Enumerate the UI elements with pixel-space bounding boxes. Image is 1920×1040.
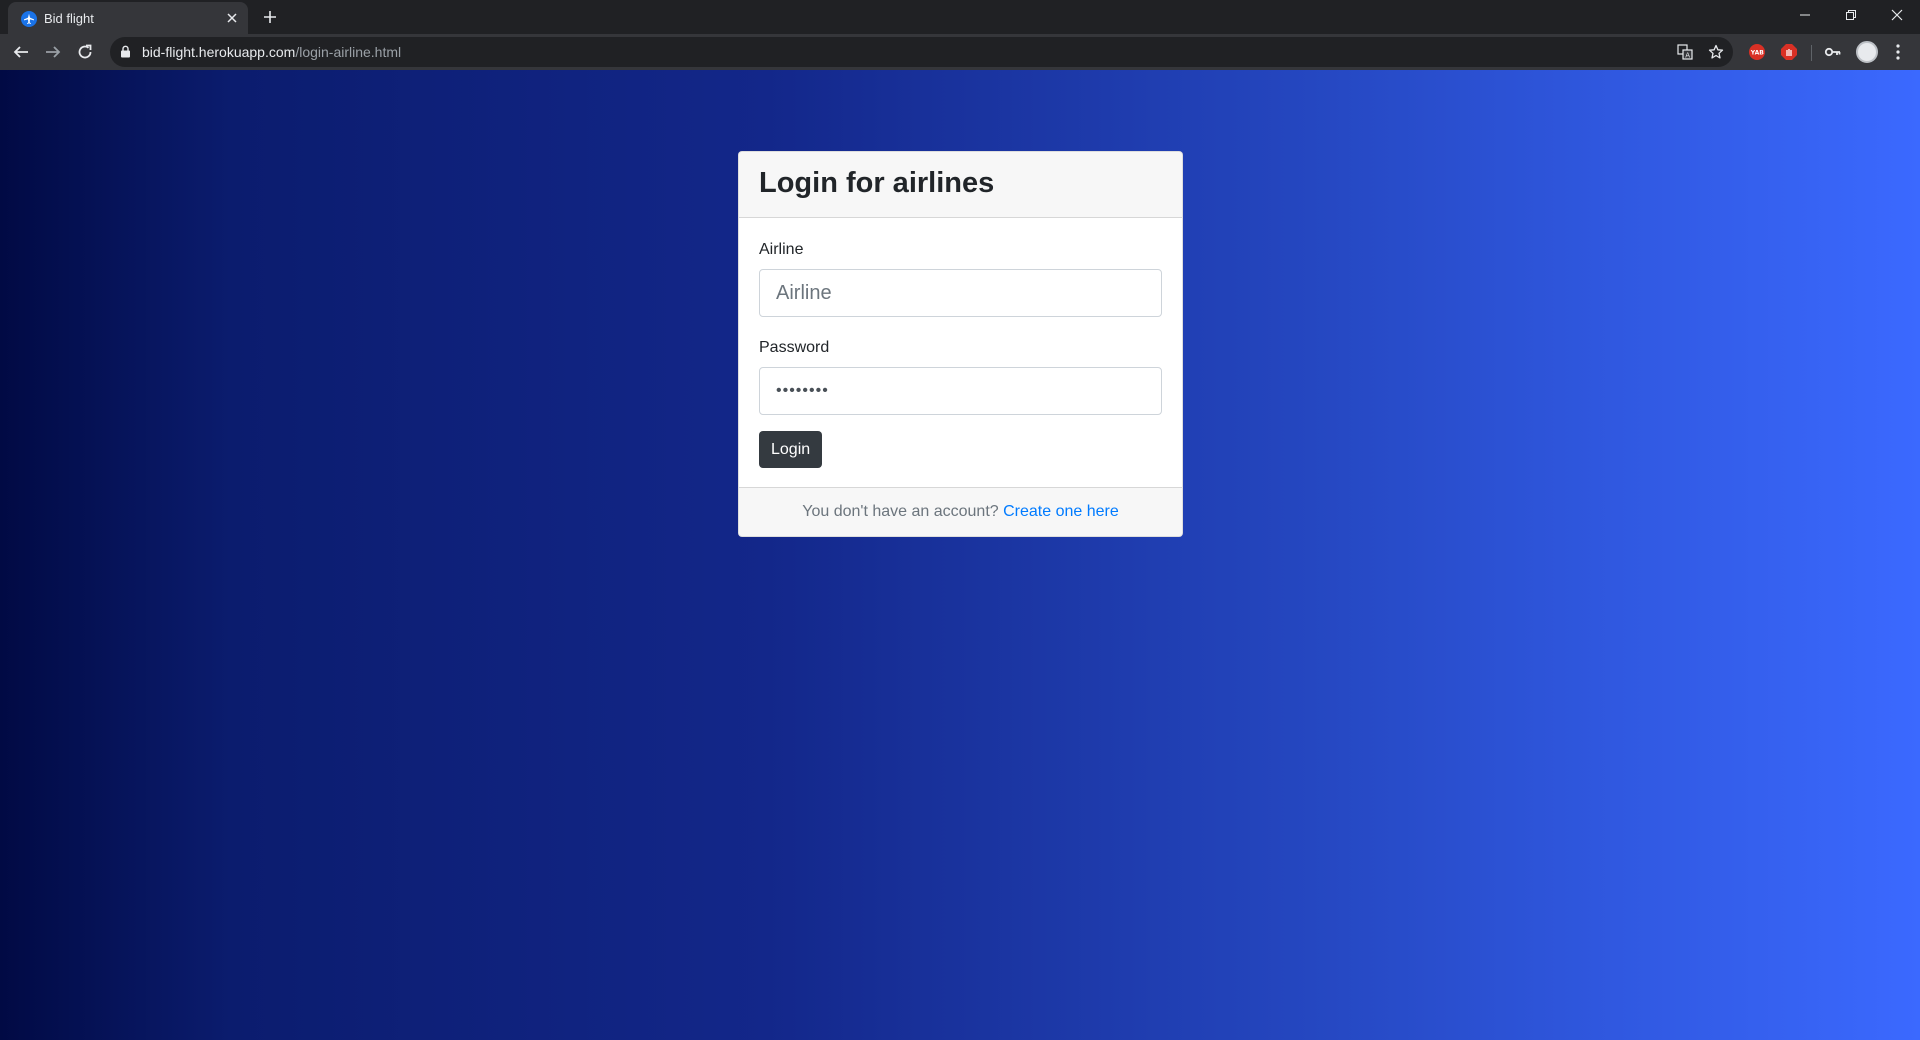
reload-icon[interactable] [71,38,99,66]
adblock-extension-icon[interactable] [1777,40,1801,64]
login-button[interactable]: Login [759,431,823,468]
tab-strip: Bid flight [0,0,1920,34]
address-bar[interactable]: bid-flight.herokuapp.com/login-airline.h… [110,37,1733,67]
close-tab-icon[interactable] [222,8,242,28]
footer-text: You don't have an account? [802,503,999,520]
tab-title: Bid flight [44,11,94,26]
browser-toolbar: bid-flight.herokuapp.com/login-airline.h… [0,34,1920,70]
url-text: bid-flight.herokuapp.com/login-airline.h… [142,44,401,60]
minimize-icon[interactable] [1782,0,1828,30]
airplane-icon [21,11,37,27]
page-title: Login for airlines [759,167,995,199]
url-path: /login-airline.html [295,44,402,60]
yab-extension-icon[interactable]: YAB [1745,40,1769,64]
translate-icon[interactable]: A [1675,42,1695,62]
login-card: Login for airlines Airline Password Logi… [738,151,1183,537]
close-window-icon[interactable] [1874,0,1920,30]
page-background: Login for airlines Airline Password Logi… [0,70,1920,1040]
svg-text:A: A [1685,52,1690,60]
bookmark-star-icon[interactable] [1706,42,1726,62]
url-host: bid-flight.herokuapp.com [142,44,296,60]
new-tab-icon[interactable] [258,5,282,29]
password-input[interactable] [759,367,1162,415]
lock-icon [120,45,131,63]
toolbar-separator [1811,45,1812,61]
profile-avatar-icon[interactable] [1856,41,1878,63]
airline-label: Airline [759,241,804,258]
svg-text:YAB: YAB [1750,49,1764,56]
create-account-link[interactable]: Create one here [1003,503,1119,520]
forward-arrow-icon[interactable] [39,38,67,66]
card-footer: You don't have an account? Create one he… [739,487,1182,536]
menu-dots-icon[interactable] [1886,40,1910,64]
back-arrow-icon[interactable] [7,38,35,66]
login-form: Airline Password Login [739,218,1182,488]
password-label: Password [759,339,830,356]
browser-tab[interactable]: Bid flight [8,2,248,34]
restore-icon[interactable] [1828,0,1874,30]
airline-input[interactable] [759,269,1162,317]
card-header: Login for airlines [739,152,1182,218]
key-icon[interactable] [1821,40,1845,64]
